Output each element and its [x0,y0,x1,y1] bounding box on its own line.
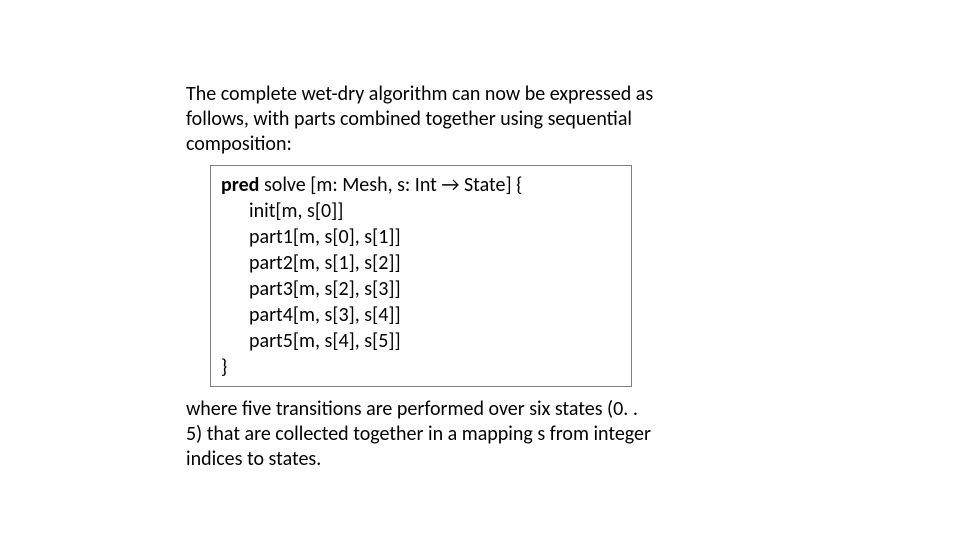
code-signature: pred solve [m: Mesh, s: Int → State] { [221,172,621,198]
code-line: part5[m, s[4], s[5]] [221,328,621,354]
code-text: part2[m, s[1], s[2]] [221,250,401,276]
code-text: part1[m, s[0], s[1]] [221,224,401,250]
signature-text: solve [m: Mesh, s: Int → State] { [259,173,522,197]
code-text: part4[m, s[3], s[4]] [221,302,401,328]
outro-paragraph: where five transitions are performed ove… [186,397,656,472]
intro-paragraph: The complete wet-dry algorithm can now b… [186,82,656,157]
code-text: init[m, s[0]] [221,198,343,224]
code-line: part1[m, s[0], s[1]] [221,224,621,250]
code-line: init[m, s[0]] [221,198,621,224]
content-block: The complete wet-dry algorithm can now b… [186,82,656,472]
code-close: } [221,354,621,380]
code-line: part2[m, s[1], s[2]] [221,250,621,276]
code-box: pred solve [m: Mesh, s: Int → State] { i… [210,165,632,387]
code-text: part5[m, s[4], s[5]] [221,328,401,354]
code-text: part3[m, s[2], s[3]] [221,276,401,302]
keyword-pred: pred [221,173,259,197]
code-line: part3[m, s[2], s[3]] [221,276,621,302]
code-line: part4[m, s[3], s[4]] [221,302,621,328]
slide: The complete wet-dry algorithm can now b… [0,0,960,540]
